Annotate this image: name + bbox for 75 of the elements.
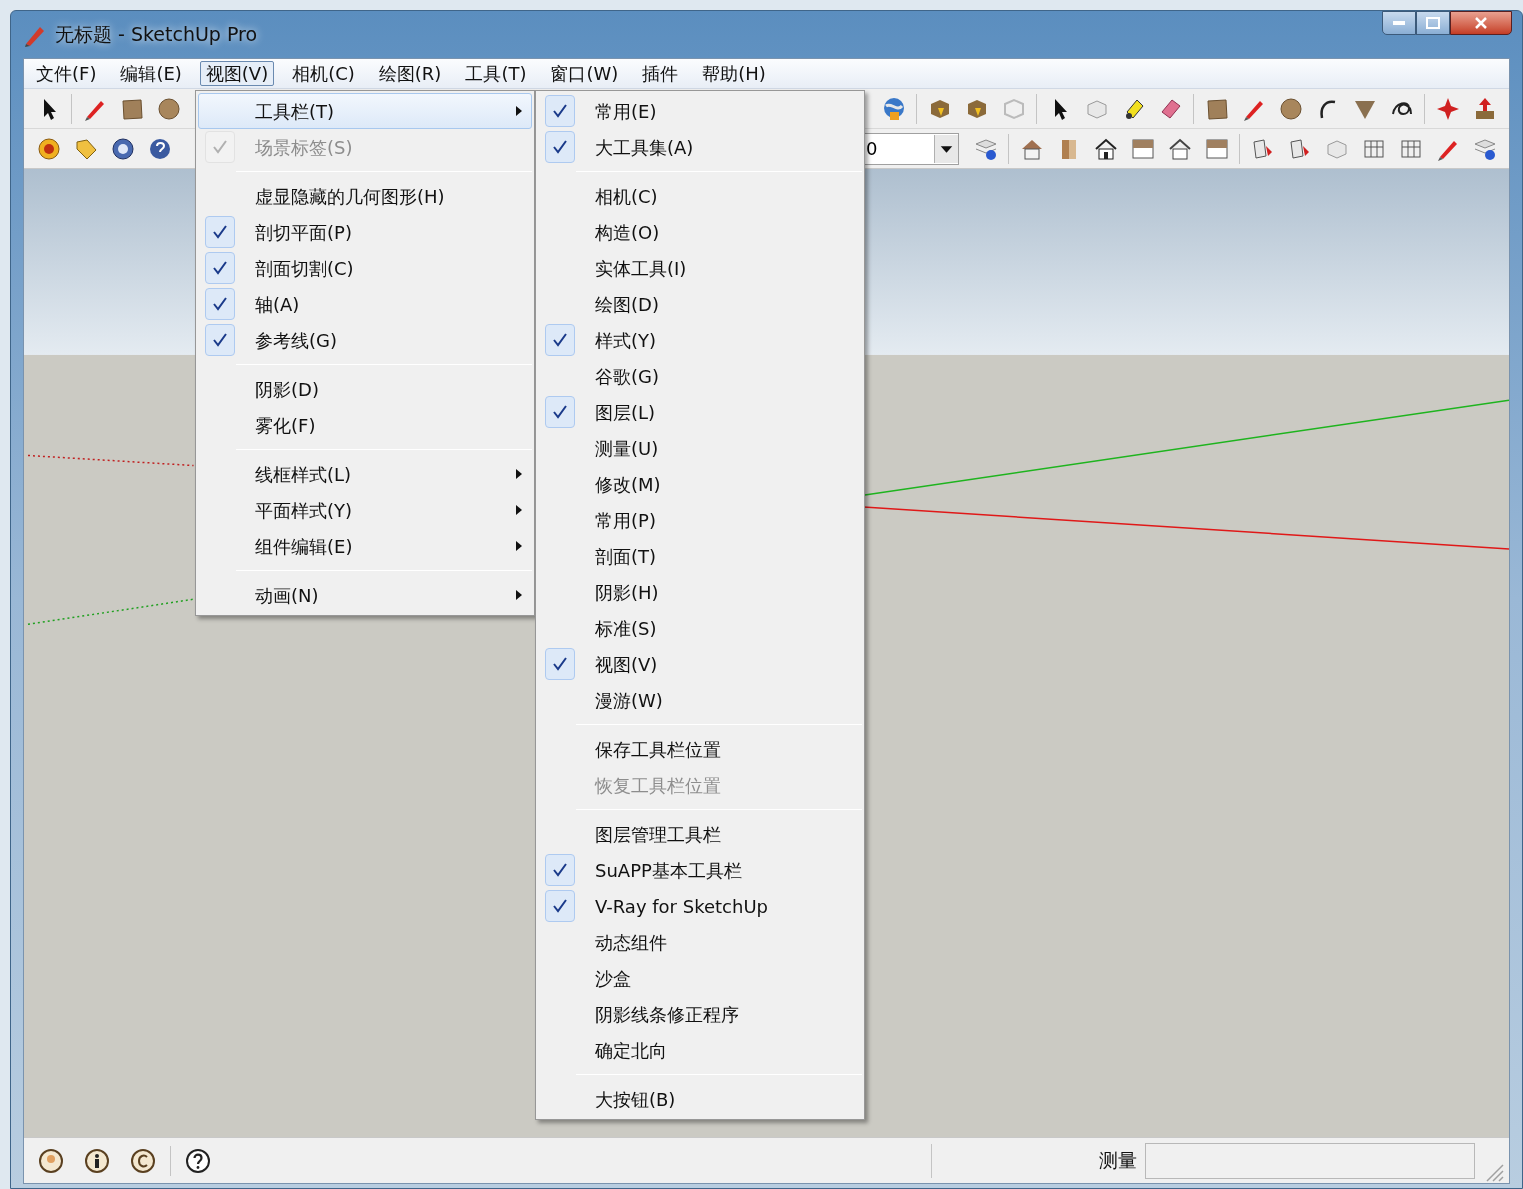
minimize-icon (1393, 21, 1405, 25)
coin-icon[interactable] (35, 135, 62, 162)
menu-item[interactable]: 常用(P) (538, 502, 862, 538)
menu-bar-item[interactable]: 帮助(H) (696, 61, 772, 86)
menu-item[interactable]: 雾化(F) (198, 407, 532, 443)
menu-bar-item[interactable]: 窗口(W) (544, 61, 625, 86)
menu-bar-item[interactable]: 编辑(E) (114, 61, 188, 86)
measurement-field[interactable] (1145, 1142, 1475, 1179)
credits-icon[interactable] (130, 1147, 156, 1174)
menu-item[interactable]: 线框样式(L) (198, 456, 532, 492)
close-button[interactable] (1450, 11, 1512, 35)
menu-item[interactable]: V-Ray for SketchUp (538, 888, 862, 924)
menu-item[interactable]: 构造(O) (538, 214, 862, 250)
menu-item[interactable]: 漫游(W) (538, 682, 862, 718)
menu-item[interactable]: 图层管理工具栏 (538, 816, 862, 852)
menu-item[interactable]: 剖切平面(P) (198, 214, 532, 250)
menu-item[interactable]: 图层(L) (538, 394, 862, 430)
minimize-button[interactable] (1382, 11, 1416, 35)
menu-item[interactable]: 绘图(D) (538, 286, 862, 322)
menu-item[interactable]: 虚显隐藏的几何图形(H) (198, 178, 532, 214)
menu-item[interactable]: 大按钮(B) (538, 1081, 862, 1117)
menu-item[interactable]: 测量(U) (538, 430, 862, 466)
menu-item[interactable]: 剖面(T) (538, 538, 862, 574)
menu-item[interactable]: 参考线(G) (198, 322, 532, 358)
menu-item[interactable]: 沙盒 (538, 960, 862, 996)
checkmark-icon (551, 897, 569, 915)
menu-item[interactable]: 相机(C) (538, 178, 862, 214)
menu-item[interactable]: 保存工具栏位置 (538, 731, 862, 767)
checkmark-icon (551, 861, 569, 879)
checkmark-icon (211, 138, 229, 156)
menu-item[interactable]: 阴影(D) (198, 371, 532, 407)
circle-icon[interactable] (1277, 95, 1304, 122)
menu-bar-item[interactable]: 绘图(R) (372, 61, 448, 86)
checkmark-icon (551, 138, 569, 156)
help-icon[interactable] (185, 1147, 211, 1174)
menu-item[interactable]: 阴影线条修正程序 (538, 996, 862, 1032)
checkmark-icon (211, 295, 229, 313)
checkmark-icon (551, 403, 569, 421)
menu-item[interactable]: 视图(V) (538, 646, 862, 682)
window-title: 无标题 - SketchUp Pro (55, 22, 258, 48)
checkmark-icon (211, 223, 229, 241)
menu-item[interactable]: 常用(E) (538, 93, 862, 129)
menu-item[interactable]: 组件编辑(E) (198, 528, 532, 564)
measurement-label: 测量 (1099, 1148, 1137, 1174)
menu-item[interactable]: 大工具集(A) (538, 129, 862, 165)
menu-item[interactable]: 动画(N) (198, 577, 532, 613)
menu-bar-item[interactable]: 视图(V) (199, 61, 275, 86)
menu-item[interactable]: 平面样式(Y) (198, 492, 532, 528)
menu-item[interactable]: SuAPP基本工具栏 (538, 852, 862, 888)
checkmark-icon (211, 259, 229, 277)
menu-bar-item[interactable]: 相机(C) (286, 61, 361, 86)
menu-item[interactable]: 标准(S) (538, 610, 862, 646)
menu-item[interactable]: 修改(M) (538, 466, 862, 502)
menu-item[interactable]: 阴影(H) (538, 574, 862, 610)
maximize-icon (1426, 17, 1440, 29)
maximize-button[interactable] (1416, 11, 1450, 35)
checkmark-icon (551, 331, 569, 349)
disc-icon[interactable] (109, 135, 136, 162)
close-icon (1474, 17, 1488, 29)
layer-dropdown[interactable]: 0 (863, 132, 959, 165)
menu-item[interactable]: 剖面切割(C) (198, 250, 532, 286)
menu-bar-item[interactable]: 插件 (636, 61, 685, 86)
menu-item[interactable]: 动态组件 (538, 924, 862, 960)
checkmark-icon (211, 331, 229, 349)
menu-item[interactable]: 实体工具(I) (538, 250, 862, 286)
checkmark-icon (551, 102, 569, 120)
checkmark-icon (551, 655, 569, 673)
menu-item[interactable]: 工具栏(T) (198, 93, 532, 129)
menu-item[interactable]: 确定北向 (538, 1032, 862, 1068)
menu-bar-item[interactable]: 文件(F) (30, 61, 103, 86)
circle-icon[interactable] (155, 95, 182, 122)
menu-bar-item[interactable]: 工具(T) (459, 61, 533, 86)
menu-item[interactable]: 样式(Y) (538, 322, 862, 358)
menu-item[interactable]: 轴(A) (198, 286, 532, 322)
menu-item[interactable]: 谷歌(G) (538, 358, 862, 394)
